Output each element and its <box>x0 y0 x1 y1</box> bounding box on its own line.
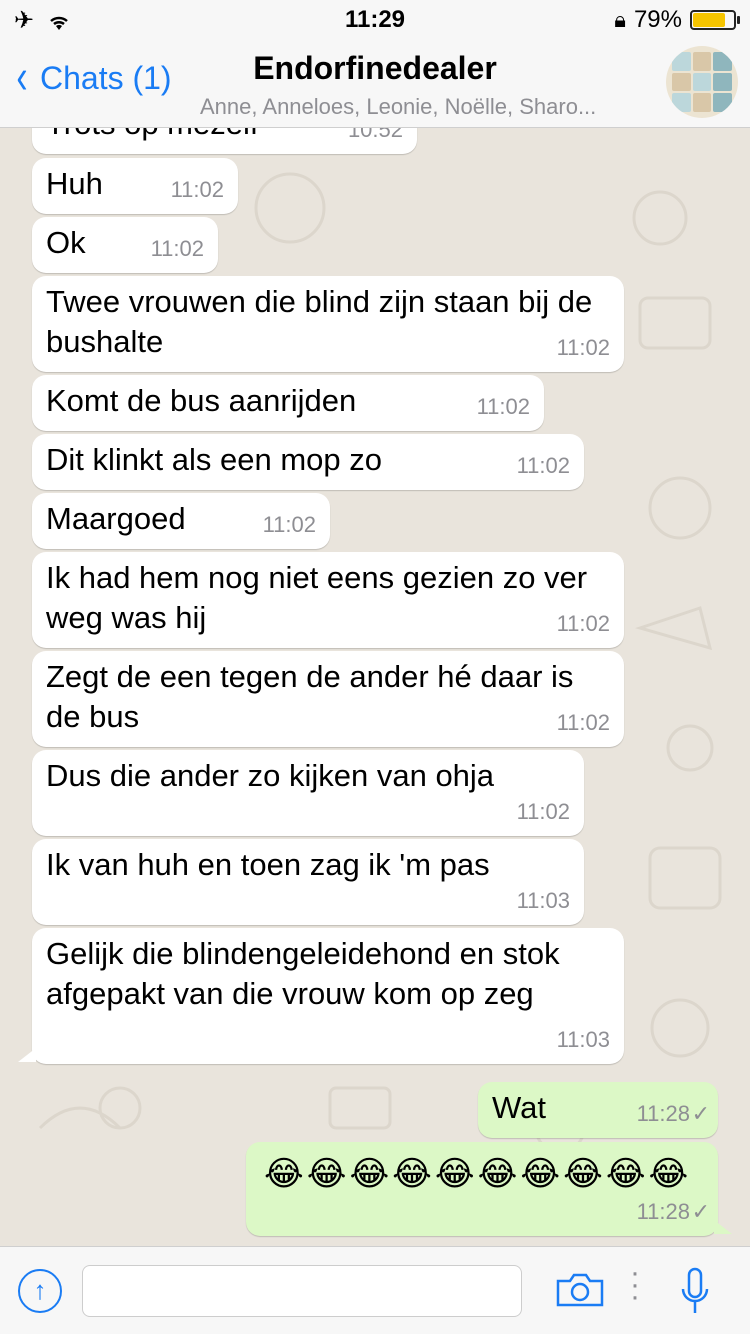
message-text: Dus die ander zo kijken van ohja <box>46 758 495 793</box>
message-time: 11:02 <box>170 177 224 202</box>
bubble-tail <box>18 1048 36 1062</box>
message-time: 11:02 <box>150 236 204 261</box>
incoming-message[interactable]: Maargoed 11:02 <box>32 493 330 549</box>
message-text: Gelijk die blindengeleidehond en stok af… <box>46 936 560 1011</box>
back-label: Chats (1) <box>39 59 172 96</box>
incoming-message[interactable]: Zegt de een tegen de ander hé daar is de… <box>32 651 624 747</box>
outgoing-message[interactable]: 😂😂😂😂😂😂😂😂😂😂 11:28 ✓ <box>246 1142 718 1236</box>
message-time: 11:02 <box>556 335 610 360</box>
message-text: Twee vrouwen die blind zijn staan bij de… <box>46 284 593 359</box>
bubble-tail <box>714 1220 732 1234</box>
camera-icon[interactable] <box>556 1273 604 1307</box>
message-text: Komt de bus aanrijden <box>46 383 357 418</box>
incoming-message[interactable]: Twee vrouwen die blind zijn staan bij de… <box>32 276 624 372</box>
chat-area[interactable]: Trots op mezelf10:52 Huh11:02Ok11:02 Twee … <box>0 128 750 1246</box>
battery-percent: 79% <box>633 6 682 33</box>
message-time: 11:02 <box>516 453 570 478</box>
status-bar: ✈ 11:29 🔒︎ 79% <box>0 0 750 40</box>
incoming-message[interactable]: Huh 11:02 <box>32 158 238 214</box>
incoming-message[interactable]: Ik had hem nog niet eens gezien zo ver w… <box>32 552 624 648</box>
incoming-message[interactable]: Trots op mezelf10:52 <box>32 128 417 154</box>
arrow-up-icon: ↑ <box>33 1275 47 1305</box>
microphone-icon[interactable] <box>680 1267 710 1317</box>
group-avatar[interactable] <box>666 46 738 118</box>
message-time: 11:02 <box>516 799 570 824</box>
orientation-lock-icon: 🔒︎ <box>614 7 626 32</box>
more-dots-icon[interactable]: · · · <box>630 1258 640 1312</box>
status-right: 🔒︎ 79% <box>614 6 740 34</box>
message-time: 11:03 <box>556 1027 610 1052</box>
incoming-message[interactable]: Gelijk die blindengeleidehond en stok af… <box>32 928 624 1064</box>
incoming-message[interactable]: Ok 11:02 <box>32 217 218 273</box>
battery-fill <box>693 13 725 27</box>
message-time: 11:02 <box>556 611 610 636</box>
chevron-left-icon: ‹ <box>16 51 28 104</box>
attach-button[interactable]: ↑ <box>18 1269 62 1313</box>
chat-participants[interactable]: Anne, Anneloes, Leonie, Noëlle, Sharo... <box>200 94 650 120</box>
message-time: 11:28 <box>636 1199 690 1224</box>
message-text: Dit klinkt als een mop zo <box>46 442 382 477</box>
message-input[interactable] <box>82 1265 522 1317</box>
message-time: 11:02 <box>556 710 610 735</box>
message-time: 11:02 <box>476 394 530 419</box>
message-text: Ik had hem nog niet eens gezien zo ver w… <box>46 560 588 635</box>
battery-icon <box>690 10 740 30</box>
read-check-icon: ✓ <box>691 1101 710 1126</box>
message-text: 😂😂😂😂😂😂😂😂😂😂 <box>264 1155 692 1193</box>
message-text: Ik van huh en toen zag ik 'm pas <box>46 847 490 882</box>
message-time: 11:03 <box>516 888 570 913</box>
input-bar: ↑ · · · <box>0 1246 750 1334</box>
incoming-message[interactable]: Dit klinkt als een mop zo 11:02 <box>32 434 584 490</box>
message-text: Zegt de een tegen de ander hé daar is de… <box>46 659 574 734</box>
incoming-message[interactable]: Ik van huh en toen zag ik 'm pas 11:03 <box>32 839 584 925</box>
incoming-message[interactable]: Dus die ander zo kijken van ohja 11:02 <box>32 750 584 836</box>
nav-bar: ‹ Chats (1) Endorfinedealer Anne, Annelo… <box>0 40 750 128</box>
message-time: 11:02 <box>262 512 316 537</box>
outgoing-message[interactable]: Wat 11:28 ✓ <box>478 1082 718 1138</box>
back-button[interactable]: ‹ Chats (1) <box>14 51 172 104</box>
chat-title[interactable]: Endorfinedealer <box>200 50 550 87</box>
incoming-message[interactable]: Komt de bus aanrijden 11:02 <box>32 375 544 431</box>
message-time: 11:28 <box>636 1101 690 1126</box>
read-check-icon: ✓ <box>691 1199 710 1224</box>
message-time: 10:52 <box>347 128 403 142</box>
